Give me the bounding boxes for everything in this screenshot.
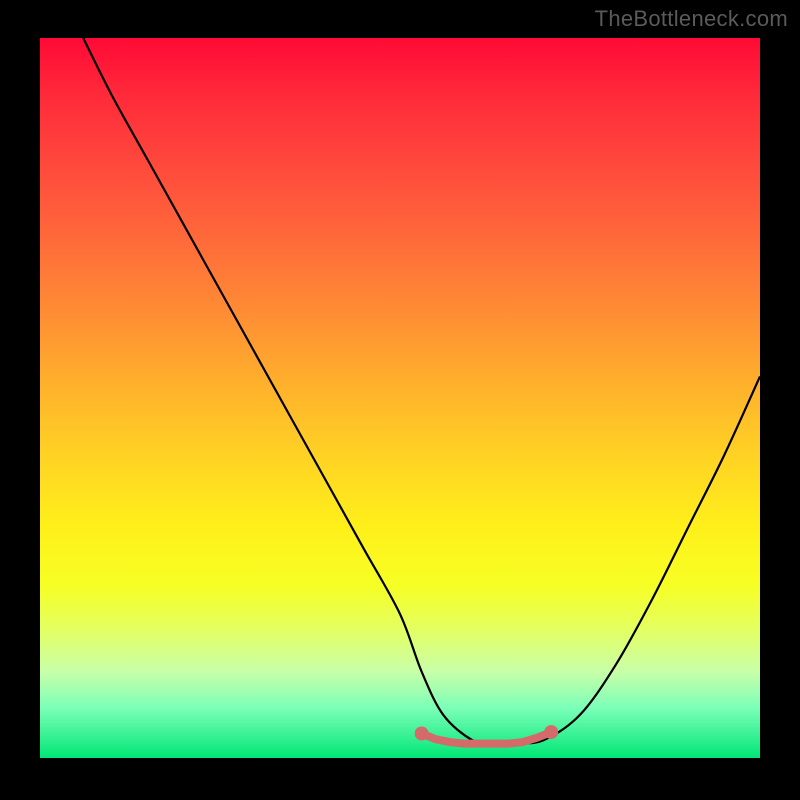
greenzone-endpoint: [415, 727, 429, 741]
greenzone-connector: [422, 732, 552, 744]
plot-area: [40, 38, 760, 758]
chart-container: TheBottleneck.com: [0, 0, 800, 800]
greenzone-endpoint: [544, 725, 558, 739]
bottleneck-curve-path: [83, 38, 760, 744]
curve-svg: [40, 38, 760, 758]
watermark-text: TheBottleneck.com: [595, 6, 788, 32]
greenzone-marker-group: [415, 725, 559, 744]
